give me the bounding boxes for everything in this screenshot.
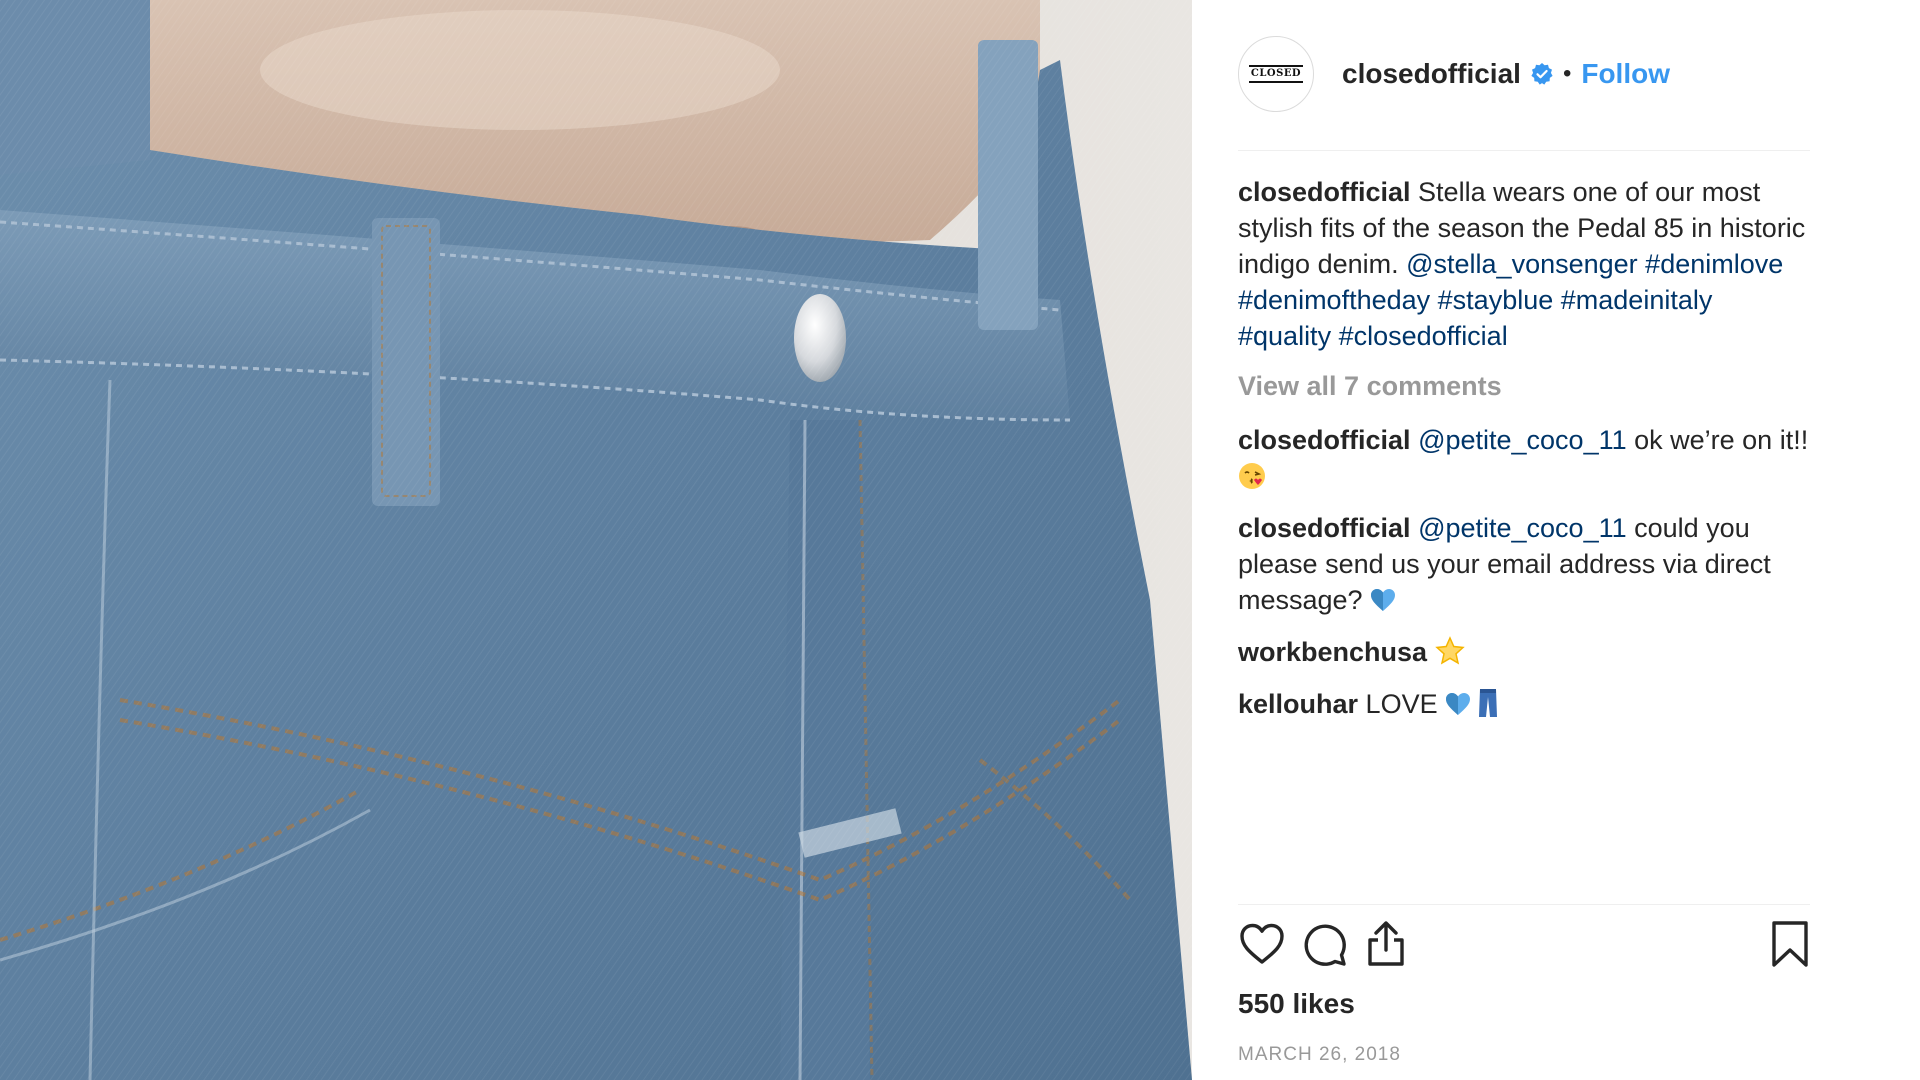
star-emoji-icon bbox=[1434, 636, 1465, 665]
post-sidebar: CLOSED closedofficial • Follow closedoff… bbox=[1192, 0, 1920, 1080]
comment-username[interactable]: closedofficial bbox=[1238, 513, 1411, 543]
post-header: CLOSED closedofficial • Follow bbox=[1238, 34, 1810, 114]
comment-username[interactable]: kellouhar bbox=[1238, 689, 1358, 719]
hashtag[interactable]: #stayblue bbox=[1438, 285, 1554, 315]
caption: closedofficial Stella wears one of our m… bbox=[1238, 174, 1810, 354]
post-photo[interactable] bbox=[0, 0, 1192, 1080]
hashtag[interactable]: #denimlove bbox=[1645, 249, 1783, 279]
hashtag[interactable]: #denimoftheday bbox=[1238, 285, 1430, 315]
heart-icon[interactable] bbox=[1238, 920, 1286, 968]
share-icon[interactable] bbox=[1362, 920, 1410, 968]
comment-username[interactable]: closedofficial bbox=[1238, 425, 1411, 455]
comment-username[interactable]: workbenchusa bbox=[1238, 637, 1427, 667]
comment: workbenchusa bbox=[1238, 634, 1810, 670]
denim-photo-illustration bbox=[0, 0, 1192, 1080]
post-date: MARCH 26, 2018 bbox=[1238, 1044, 1401, 1065]
kissing-face-emoji-icon bbox=[1239, 463, 1265, 489]
comment-text: ok we’re on it!! bbox=[1626, 425, 1809, 455]
comment-mention[interactable]: @petite_coco_11 bbox=[1418, 513, 1627, 543]
comment-text: LOVE bbox=[1358, 689, 1446, 719]
comments-section: closedofficial Stella wears one of our m… bbox=[1238, 174, 1810, 738]
comment-icon[interactable] bbox=[1300, 920, 1348, 968]
likes-count[interactable]: 550 likes bbox=[1238, 988, 1355, 1020]
jeans-emoji-icon bbox=[1479, 689, 1498, 717]
separator-dot: • bbox=[1562, 60, 1572, 87]
blue-heart-emoji-icon bbox=[1371, 589, 1396, 611]
hashtag[interactable]: #madeinitaly bbox=[1561, 285, 1713, 315]
verified-badge-icon bbox=[1531, 63, 1553, 85]
view-all-comments-link[interactable]: View all 7 comments bbox=[1238, 368, 1810, 404]
comment-mention[interactable]: @petite_coco_11 bbox=[1418, 425, 1627, 455]
hashtag[interactable]: #quality bbox=[1238, 321, 1331, 351]
hashtag[interactable]: #closedofficial bbox=[1339, 321, 1508, 351]
blue-heart-emoji-icon bbox=[1446, 693, 1471, 715]
post-username[interactable]: closedofficial bbox=[1342, 58, 1521, 90]
comment: closedofficial @petite_coco_11 could you… bbox=[1238, 510, 1810, 618]
avatar-logo: CLOSED bbox=[1248, 65, 1304, 83]
post-actions bbox=[1238, 916, 1810, 972]
comment: closedofficial @petite_coco_11 ok we’re … bbox=[1238, 422, 1810, 494]
bookmark-icon[interactable] bbox=[1766, 920, 1814, 968]
instagram-post-view: CLOSED closedofficial • Follow closedoff… bbox=[0, 0, 1920, 1080]
header-divider bbox=[1238, 150, 1810, 151]
comment: kellouhar LOVE bbox=[1238, 686, 1810, 722]
follow-button[interactable]: Follow bbox=[1581, 58, 1670, 90]
caption-username[interactable]: closedofficial bbox=[1238, 177, 1411, 207]
comment-text bbox=[1427, 637, 1435, 667]
avatar[interactable]: CLOSED bbox=[1238, 36, 1314, 112]
actions-divider bbox=[1238, 904, 1810, 905]
caption-mention[interactable]: @stella_vonsenger bbox=[1406, 249, 1638, 279]
